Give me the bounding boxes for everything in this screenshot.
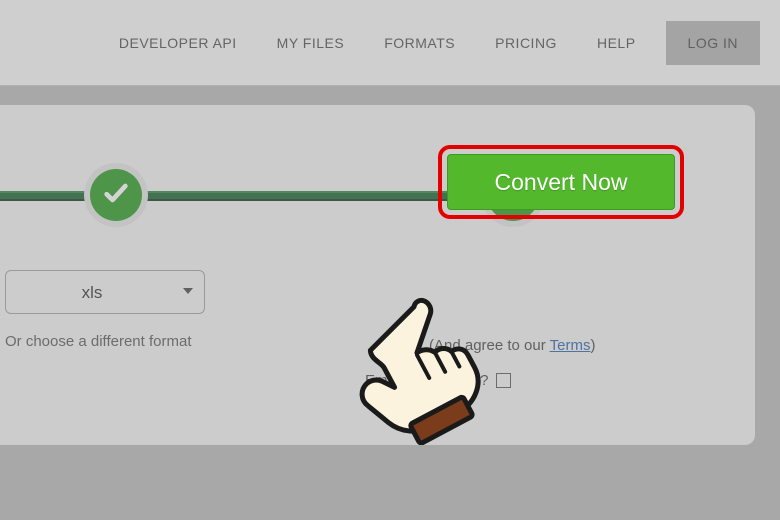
terms-link[interactable]: Terms [550,337,591,354]
top-navbar: DEVELOPER API MY FILES FORMATS PRICING H… [0,0,780,86]
email-when-done-row: Email when done? [365,372,511,389]
login-button[interactable]: LOG IN [666,21,760,65]
step-1-complete [90,169,142,221]
convert-highlight-frame: Convert Now [438,145,684,219]
agree-prefix: (And agree to our [429,337,550,354]
convert-button-label: Convert Now [495,169,628,196]
email-when-done-checkbox[interactable] [496,373,511,388]
format-select[interactable]: xls [5,270,205,314]
nav-my-files[interactable]: MY FILES [257,25,365,61]
choose-different-format-text: Or choose a different format [5,333,191,350]
convert-now-button[interactable]: Convert Now [447,154,675,210]
nav-developer-api[interactable]: DEVELOPER API [99,25,257,61]
email-when-done-label: Email when done? [365,372,488,389]
nav-links: DEVELOPER API MY FILES FORMATS PRICING H… [99,21,760,65]
checkmark-icon [102,179,130,212]
agree-suffix: ) [590,337,595,354]
agree-text: (And agree to our Terms) [429,337,595,354]
nav-formats[interactable]: FORMATS [364,25,475,61]
nav-pricing[interactable]: PRICING [475,25,577,61]
nav-help[interactable]: HELP [577,25,656,61]
format-select-wrap: xls [5,270,205,314]
